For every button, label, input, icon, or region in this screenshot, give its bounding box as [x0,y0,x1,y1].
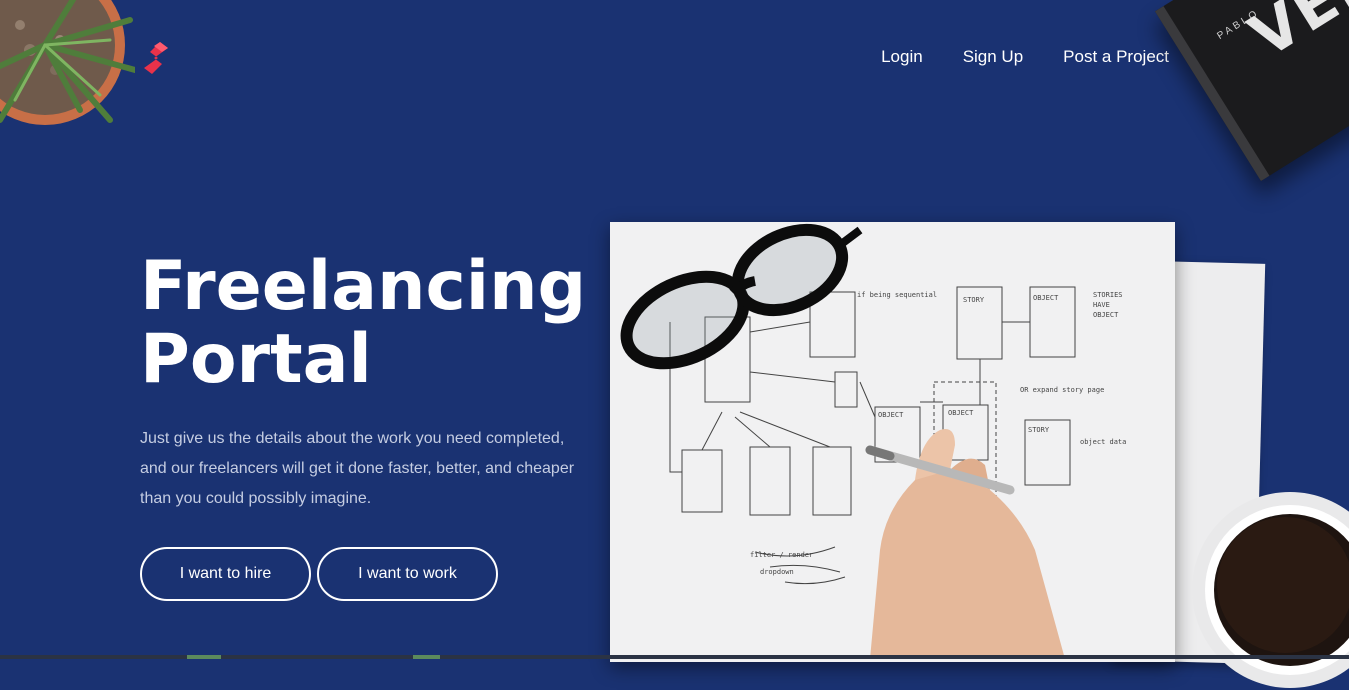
signup-link[interactable]: Sign Up [963,47,1023,67]
eyeglasses-image [620,223,863,370]
hero-buttons: I want to hire I want to work [140,547,498,601]
svg-text:STORY: STORY [963,296,985,304]
svg-text:OBJECT: OBJECT [1033,294,1059,302]
work-button[interactable]: I want to work [317,547,498,601]
svg-text:STORIES: STORIES [1093,291,1123,299]
svg-text:OBJECT: OBJECT [878,411,904,419]
svg-text:HAVE: HAVE [1093,301,1110,309]
top-navigation: Login Sign Up Post a Project [881,47,1169,67]
svg-text:OBJECT: OBJECT [1093,311,1119,319]
svg-text:if being sequential: if being sequential [857,291,937,299]
coffee-cup-image [1192,492,1349,688]
hire-button[interactable]: I want to hire [140,547,311,601]
hero-title: Freelancing Portal [140,250,586,396]
hero-title-line1: Freelancing [140,247,587,326]
svg-text:OR expand story page: OR expand story page [1020,386,1104,394]
potted-plant-image [0,0,135,125]
hand-with-pen-image [865,429,1065,659]
brand-s-logo-icon[interactable] [140,40,172,76]
hero-title-line2: Portal [140,320,372,399]
svg-text:dropdown: dropdown [760,568,794,576]
svg-text:filter / render: filter / render [750,551,813,559]
book-image: PABLO VERB [1155,0,1349,182]
login-link[interactable]: Login [881,47,923,67]
hero-description: Just give us the details about the work … [140,430,575,507]
svg-text:OBJECT: OBJECT [948,409,974,417]
post-project-link[interactable]: Post a Project [1063,47,1169,67]
bottom-strip [0,655,1349,659]
book-title-text: VERB [1238,0,1349,72]
